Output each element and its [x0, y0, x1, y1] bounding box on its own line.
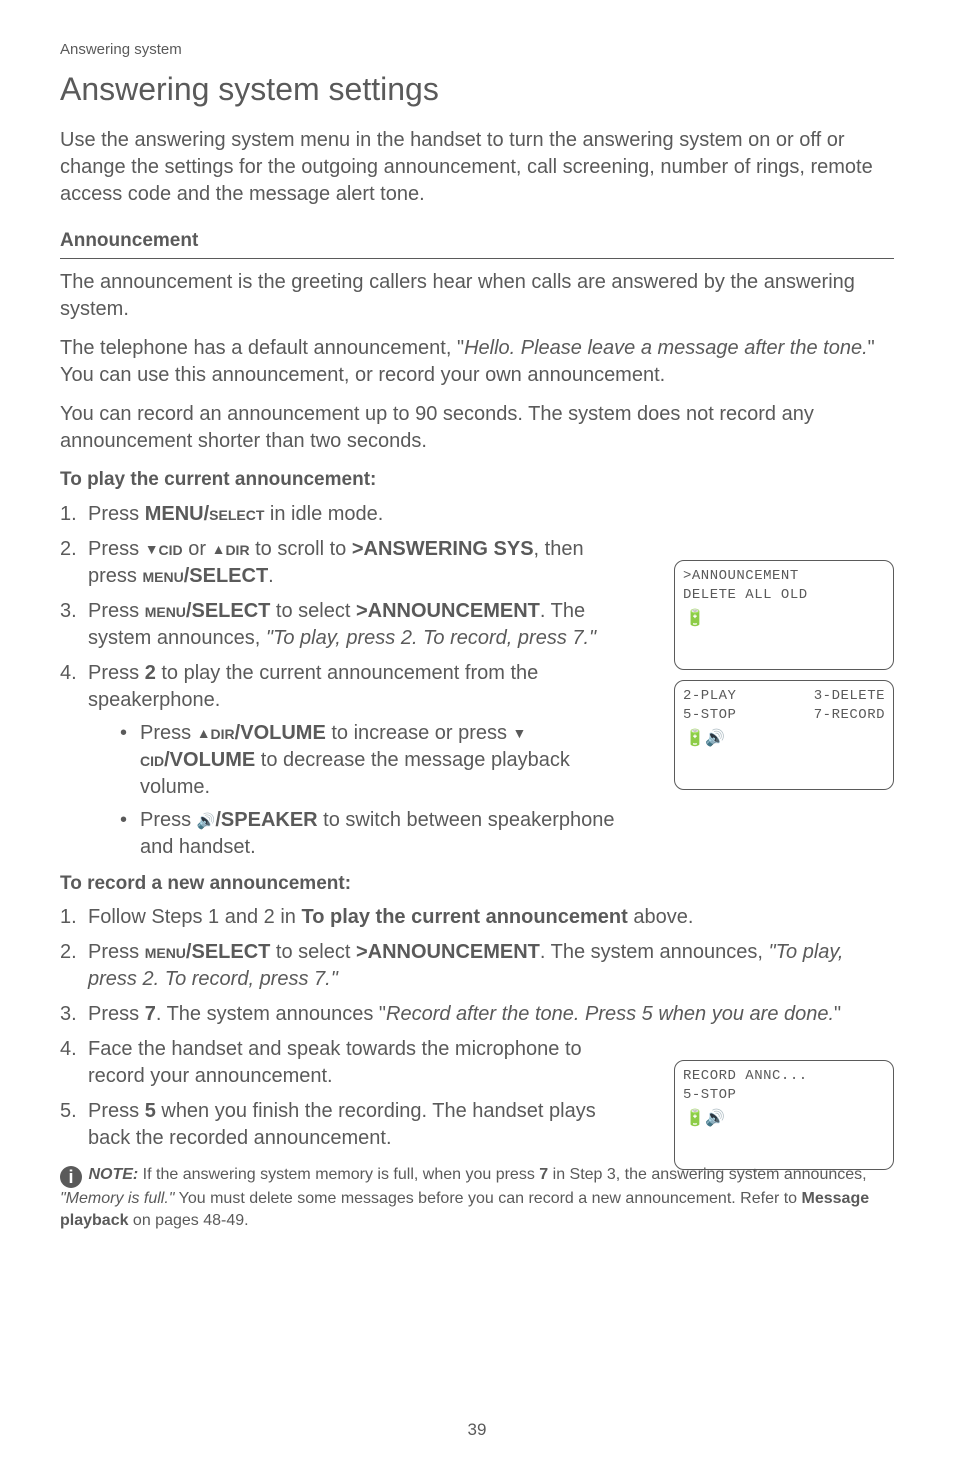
t: menu [145, 600, 186, 622]
para-2a: The telephone has a default announcement… [60, 337, 464, 359]
t: >ANNOUNCEMENT [356, 941, 540, 963]
page-number: 39 [0, 1419, 954, 1442]
t: Face the handset and speak towards the m… [88, 1038, 582, 1087]
t: in idle mode. [264, 503, 383, 525]
t: to select [270, 600, 356, 622]
t: dir [225, 538, 249, 560]
lcd2-l2b: 7-RECORD [814, 706, 885, 725]
t: . [268, 565, 274, 587]
lcd-screen-3: RECORD ANNC... 5-STOP 🔋🔊 [674, 1060, 894, 1170]
t: 2 [145, 662, 156, 684]
breadcrumb: Answering system [60, 40, 894, 60]
note: i NOTE: If the answering system memory i… [60, 1164, 894, 1231]
t: to select [270, 941, 356, 963]
t: cid [159, 538, 183, 560]
battery-speaker-icon: 🔋🔊 [685, 729, 885, 751]
t: MENU/ [145, 503, 209, 525]
t: cid [140, 749, 164, 771]
play-bullet-1: Press ▲dir/VOLUME to increase or press ▼… [120, 720, 630, 801]
t: "To play, press 2. To record, press 7." [266, 627, 596, 649]
t: 5 [145, 1100, 156, 1122]
note-label: NOTE: [88, 1166, 138, 1183]
info-icon: i [60, 1166, 82, 1188]
lcd1-line2: DELETE ALL OLD [683, 586, 885, 605]
t: dir [211, 722, 235, 744]
t: 7 [539, 1166, 548, 1183]
t: " [834, 1003, 841, 1025]
lcd1-line1: >ANNOUNCEMENT [683, 567, 885, 586]
t: /VOLUME [235, 722, 326, 744]
para-2: The telephone has a default announcement… [60, 335, 894, 389]
t: "Memory is full." [60, 1190, 174, 1207]
t: You must delete some messages before you… [174, 1190, 801, 1207]
battery-icon: 🔋 [685, 609, 885, 631]
play-step-4: 4. Press 2 to play the current announcem… [60, 660, 630, 861]
t: /SELECT [186, 941, 270, 963]
t: to play the current announcement from th… [88, 662, 538, 711]
t: to scroll to [250, 538, 352, 560]
lcd-screen-1: >ANNOUNCEMENT DELETE ALL OLD 🔋 [674, 560, 894, 670]
t: Press [88, 1003, 145, 1025]
t: on pages 48-49. [128, 1212, 248, 1229]
para-2-quote: Hello. Please leave a message after the … [464, 337, 868, 359]
rec-step-4: 4. Face the handset and speak towards th… [60, 1036, 630, 1090]
t: Record after the tone. Press 5 when you … [386, 1003, 834, 1025]
t: to increase or press [326, 722, 513, 744]
lcd-screen-2: 2-PLAY 3-DELETE 5-STOP 7-RECORD 🔋🔊 [674, 680, 894, 790]
t: /SPEAKER [215, 809, 317, 831]
rec-step-3: 3. Press 7. The system announces "Record… [60, 1001, 894, 1028]
lcd3-line1: RECORD ANNC... [683, 1067, 885, 1086]
t: Press [140, 809, 197, 831]
subhead-play: To play the current announcement: [60, 467, 894, 493]
t: Press [88, 503, 145, 525]
subhead-record: To record a new announcement: [60, 871, 894, 897]
section-announcement: Announcement [60, 228, 894, 259]
rec-step-5: 5. Press 5 when you finish the recording… [60, 1098, 630, 1152]
speaker-icon: 🔊 [197, 812, 216, 832]
up-triangle-icon: ▲ [212, 540, 226, 559]
battery-speaker-icon: 🔋🔊 [685, 1109, 885, 1131]
t: Press [88, 1100, 145, 1122]
t: To play the current announcement [301, 906, 627, 928]
intro-text: Use the answering system menu in the han… [60, 127, 894, 208]
t: . The system announces " [156, 1003, 386, 1025]
t: Press [88, 600, 145, 622]
t: >ANSWERING SYS [352, 538, 534, 560]
t: menu [145, 941, 186, 963]
para-3: You can record an announcement up to 90 … [60, 401, 894, 455]
t: Press [140, 722, 197, 744]
down-triangle-icon: ▼ [145, 540, 159, 559]
down-triangle-icon: ▼ [513, 724, 527, 743]
t: Press [88, 662, 145, 684]
t: >ANNOUNCEMENT [356, 600, 540, 622]
t: /SELECT [186, 600, 270, 622]
para-1: The announcement is the greeting callers… [60, 269, 894, 323]
t: /SELECT [184, 565, 268, 587]
t: Follow Steps 1 and 2 in [88, 906, 301, 928]
lcd2-l1b: 3-DELETE [814, 687, 885, 706]
t: . The system announces, [540, 941, 769, 963]
lcd2-l2a: 5-STOP [683, 706, 736, 725]
lcd2-l1a: 2-PLAY [683, 687, 736, 706]
page-title: Answering system settings [60, 68, 894, 111]
t: or [183, 538, 212, 560]
rec-step-1: 1. Follow Steps 1 and 2 in To play the c… [60, 904, 894, 931]
t: If the answering system memory is full, … [138, 1166, 539, 1183]
play-step-3: 3. Press menu/SELECT to select >ANNOUNCE… [60, 598, 630, 652]
t: Press [88, 538, 145, 560]
rec-step-2: 2. Press menu/SELECT to select >ANNOUNCE… [60, 939, 894, 993]
lcd3-line2: 5-STOP [683, 1086, 885, 1105]
play-step-1: 1. Press MENU/select in idle mode. [60, 501, 894, 528]
t: Press [88, 941, 145, 963]
t: when you finish the recording. The hands… [88, 1100, 596, 1149]
up-triangle-icon: ▲ [197, 724, 211, 743]
play-bullet-2: Press 🔊/SPEAKER to switch between speake… [120, 807, 630, 861]
play-step-2: 2. Press ▼cid or ▲dir to scroll to >ANSW… [60, 536, 630, 590]
t: menu [142, 565, 183, 587]
t: /VOLUME [164, 749, 255, 771]
t: above. [628, 906, 694, 928]
t: select [209, 503, 264, 525]
t: 7 [145, 1003, 156, 1025]
